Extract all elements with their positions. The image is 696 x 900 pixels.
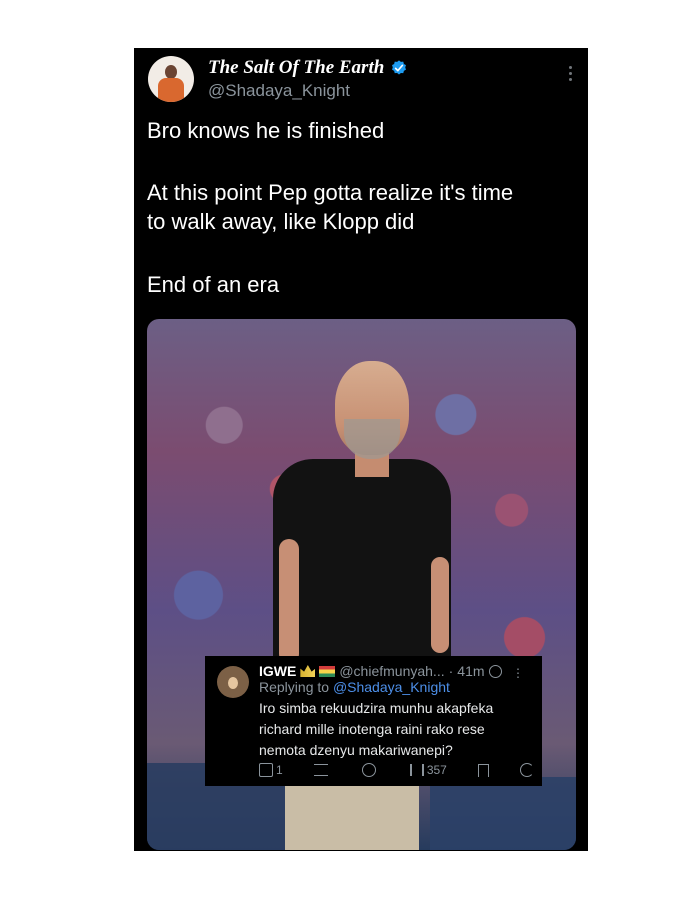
tweet-card: The Salt Of The Earth @Shadaya_Knight Br… [134, 48, 588, 851]
retweet-action[interactable] [313, 763, 331, 777]
replying-to-handle[interactable]: @Shadaya_Knight [333, 679, 450, 695]
more-options-icon[interactable] [568, 66, 574, 84]
display-name[interactable]: The Salt Of The Earth [208, 57, 384, 79]
reply-avatar[interactable] [217, 666, 249, 698]
views-icon [409, 764, 424, 776]
share-action[interactable] [519, 763, 534, 777]
replying-to-line: Replying to @Shadaya_Knight [259, 679, 450, 695]
retweet-icon [313, 764, 328, 776]
bookmark-icon [477, 763, 489, 777]
views-count: 357 [426, 763, 447, 777]
author-name-row: The Salt Of The Earth [208, 57, 408, 79]
person-shirt [273, 459, 451, 669]
verified-badge-icon [392, 60, 407, 75]
reply-more-icon[interactable]: ⋮ [512, 666, 524, 680]
tweet-text-line-2: At this point Pep gotta realize it's tim… [147, 178, 513, 236]
views-action[interactable]: 357 [409, 763, 447, 777]
reply-separator: · [448, 663, 454, 679]
reply-action[interactable]: 1 [259, 763, 283, 777]
person-beard [344, 419, 400, 459]
reply-text: Iro simba rekuudzira munhu akapfeka rich… [259, 700, 494, 758]
share-icon [519, 763, 534, 777]
photo-lower-right-shape [430, 777, 576, 850]
reply-header: IGWE @chiefmunyah... · 41m [259, 663, 502, 679]
like-action[interactable] [361, 763, 379, 777]
avatar-head [165, 65, 177, 79]
person-left-arm [279, 539, 299, 664]
replying-prefix: Replying to [259, 679, 330, 695]
avatar-body [158, 78, 184, 102]
person-right-arm [431, 557, 449, 653]
reply-count: 1 [276, 763, 283, 777]
crown-icon [300, 665, 316, 677]
clock-icon [488, 664, 502, 678]
embedded-reply-card: IGWE @chiefmunyah... · 41m ⋮ Replying to… [205, 656, 542, 786]
reply-actions-bar: 1 357 [259, 763, 534, 777]
author-handle[interactable]: @Shadaya_Knight [208, 81, 350, 101]
reply-display-name[interactable]: IGWE [259, 663, 296, 679]
bookmark-action[interactable] [477, 763, 489, 777]
flag-icon [319, 665, 336, 677]
tweet-photo[interactable]: IGWE @chiefmunyah... · 41m ⋮ Replying to… [147, 319, 576, 850]
tweet-text-line-3: End of an era [147, 272, 280, 297]
comment-icon [259, 763, 273, 777]
author-avatar[interactable] [148, 56, 194, 102]
tweet-text-line-2a: At this point Pep gotta realize it's tim… [147, 180, 514, 205]
tweet-text-line-2b: to walk away, like Klopp did [147, 209, 415, 234]
heart-icon [361, 763, 376, 777]
reply-handle[interactable]: @chiefmunyah... [339, 663, 444, 679]
tweet-text-line-1: Bro knows he is finished [147, 118, 385, 143]
reply-time: 41m [457, 663, 485, 679]
